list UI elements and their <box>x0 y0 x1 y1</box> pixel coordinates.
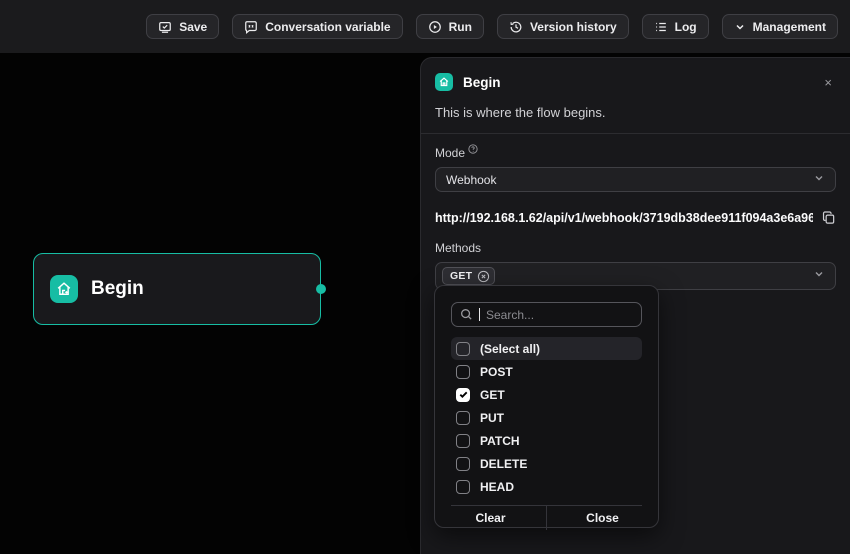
play-circle-icon <box>428 20 442 34</box>
save-button[interactable]: Save <box>146 14 219 39</box>
method-option-put[interactable]: PUT <box>451 406 642 429</box>
panel-title: Begin <box>463 75 501 90</box>
management-label: Management <box>753 20 826 34</box>
method-tag-get: GET <box>442 267 495 285</box>
home-icon-small <box>435 73 453 91</box>
checkbox-icon[interactable] <box>456 365 470 379</box>
begin-config-panel: Begin × This is where the flow begins. M… <box>420 57 850 554</box>
method-option-label: (Select all) <box>480 342 540 356</box>
method-option-head[interactable]: HEAD <box>451 475 642 498</box>
panel-subtitle: This is where the flow begins. <box>435 105 836 120</box>
panel-header: Begin × <box>435 73 836 91</box>
conversation-variable-button[interactable]: Conversation variable <box>232 14 402 39</box>
search-input[interactable] <box>486 308 633 322</box>
version-history-button[interactable]: Version history <box>497 14 629 39</box>
begin-node-title: Begin <box>91 278 144 300</box>
mode-select-value: Webhook <box>446 173 813 187</box>
method-option-label: PUT <box>480 411 504 425</box>
method-option-patch[interactable]: PATCH <box>451 429 642 452</box>
checkbox-icon[interactable] <box>456 457 470 471</box>
methods-label: Methods <box>435 241 836 255</box>
webhook-url-row: http://192.168.1.62/api/v1/webhook/3719d… <box>435 210 836 225</box>
remove-tag-icon[interactable] <box>477 270 490 283</box>
method-option-delete[interactable]: DELETE <box>451 452 642 475</box>
run-label: Run <box>449 20 472 34</box>
mode-select[interactable]: Webhook <box>435 167 836 192</box>
management-button[interactable]: Management <box>722 14 838 39</box>
method-option-label: POST <box>480 365 513 379</box>
method-option-label: DELETE <box>480 457 527 471</box>
run-button[interactable]: Run <box>416 14 484 39</box>
checkbox-icon[interactable] <box>456 434 470 448</box>
text-caret <box>479 308 480 321</box>
chevron-down-icon <box>813 267 825 285</box>
message-square-icon <box>244 20 258 34</box>
help-icon <box>468 143 478 157</box>
mode-label: Mode <box>435 146 465 160</box>
method-option-label: PATCH <box>480 434 520 448</box>
checkbox-checked-icon[interactable] <box>456 388 470 402</box>
save-icon <box>158 20 172 34</box>
checkbox-icon[interactable] <box>456 480 470 494</box>
home-icon <box>50 275 78 303</box>
log-button[interactable]: Log <box>642 14 709 39</box>
method-option-list: (Select all) POST GET PUT PATCH DELETE HEAD <box>451 337 642 498</box>
method-tag-label: GET <box>450 270 472 282</box>
chevron-down-icon <box>813 171 825 189</box>
methods-dropdown: (Select all) POST GET PUT PATCH DELETE HEAD Cl… <box>434 285 659 528</box>
begin-node[interactable]: Begin <box>33 253 321 325</box>
log-label: Log <box>675 20 697 34</box>
method-option-label: HEAD <box>480 480 514 494</box>
node-output-handle[interactable] <box>316 284 326 294</box>
conversation-variable-label: Conversation variable <box>265 20 390 34</box>
webhook-url: http://192.168.1.62/api/v1/webhook/3719d… <box>435 211 813 225</box>
list-icon <box>654 20 668 34</box>
copy-icon[interactable] <box>821 210 836 225</box>
chevron-down-icon <box>734 21 746 33</box>
dropdown-footer: Clear Close <box>435 506 658 530</box>
checkbox-icon[interactable] <box>456 411 470 425</box>
save-label: Save <box>179 20 207 34</box>
mode-label-row: Mode <box>435 146 836 160</box>
method-option--select-all-[interactable]: (Select all) <box>451 337 642 360</box>
search-icon <box>460 308 473 321</box>
search-box[interactable] <box>451 302 642 327</box>
close-icon[interactable]: × <box>820 74 836 91</box>
version-history-label: Version history <box>530 20 617 34</box>
method-option-get[interactable]: GET <box>451 383 642 406</box>
close-button[interactable]: Close <box>547 506 658 530</box>
checkbox-icon[interactable] <box>456 342 470 356</box>
method-option-post[interactable]: POST <box>451 360 642 383</box>
top-toolbar: Save Conversation variable Run Vers <box>0 0 850 53</box>
history-clock-icon <box>509 20 523 34</box>
clear-button[interactable]: Clear <box>435 506 546 530</box>
method-option-label: GET <box>480 388 505 402</box>
